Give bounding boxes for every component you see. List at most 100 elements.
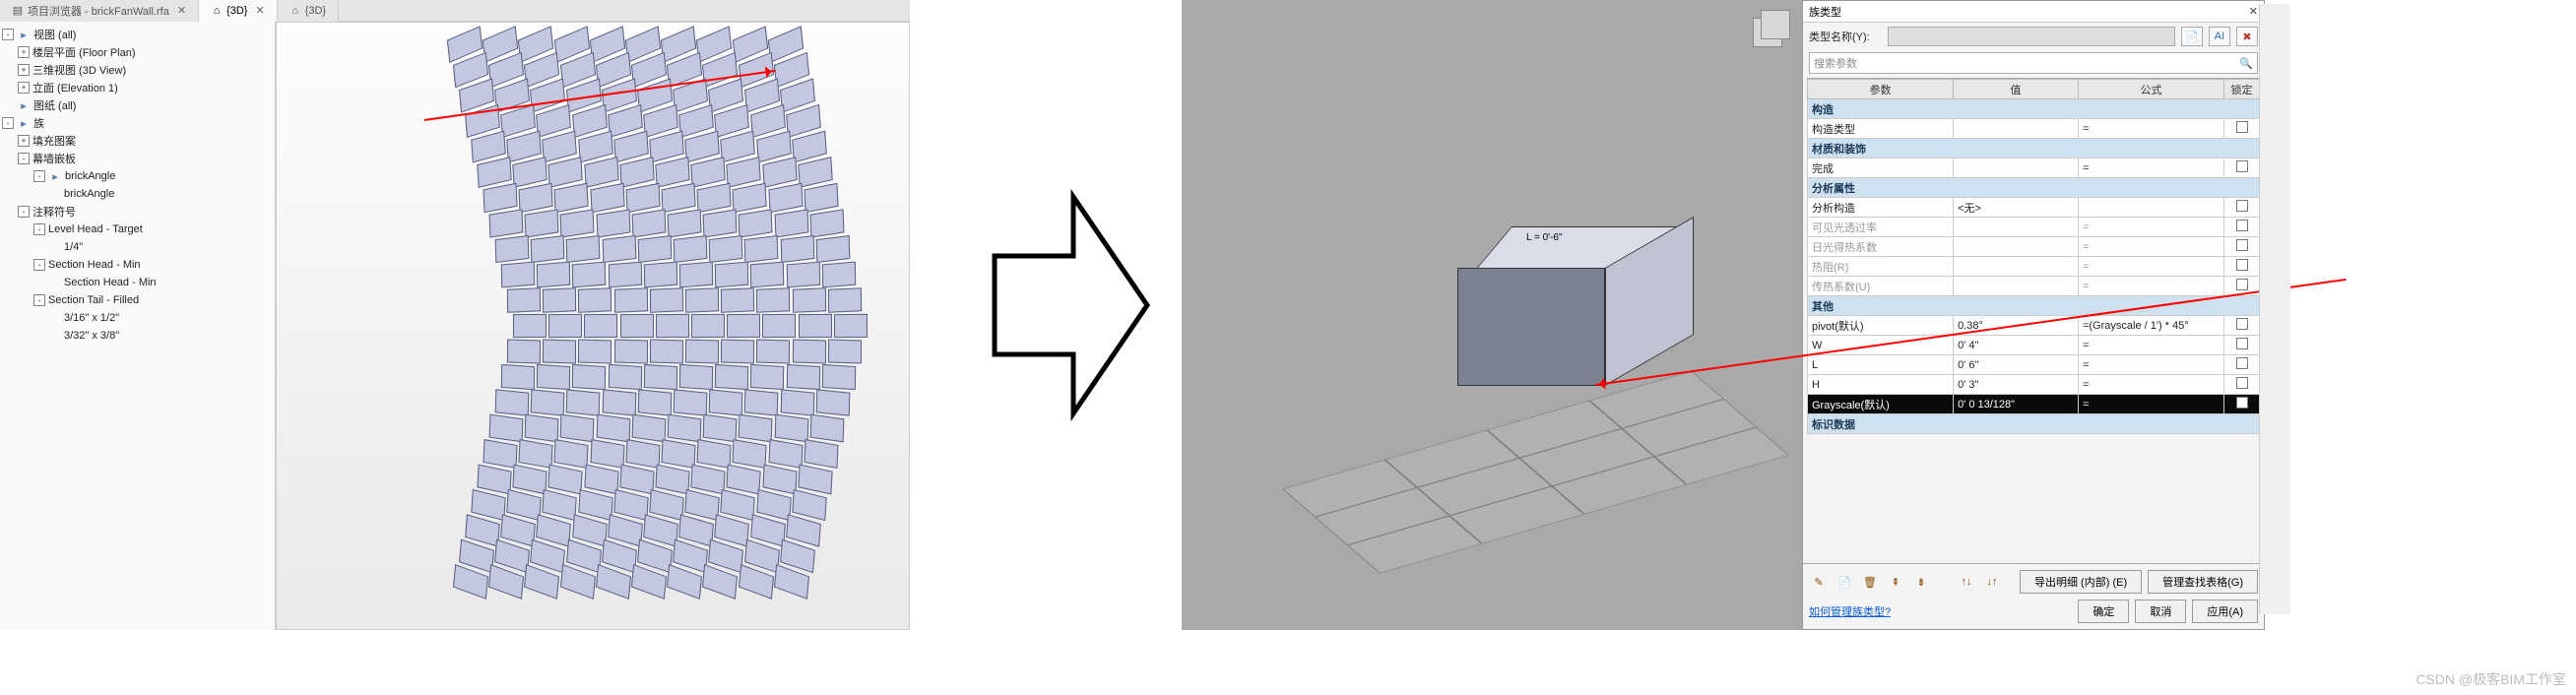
tool-up-icon[interactable]: ↑↓ (1957, 572, 1976, 592)
param-value[interactable]: 0' 0 13/128" (1954, 395, 2079, 414)
tree-twisty-icon[interactable]: - (18, 153, 30, 164)
tree-twisty-icon[interactable]: - (33, 170, 45, 182)
viewcube[interactable] (1745, 6, 1794, 55)
param-lock[interactable] (2224, 119, 2260, 139)
param-value[interactable] (1954, 277, 2079, 296)
right-toolbar[interactable] (2259, 4, 2290, 614)
left-3d-viewport[interactable] (276, 22, 910, 630)
param-value[interactable] (1954, 257, 2079, 277)
tree-node[interactable]: Section Head - Min (2, 274, 273, 291)
tree-twisty-icon[interactable]: - (2, 29, 14, 40)
param-row[interactable]: H0' 3"= (1808, 375, 2260, 395)
param-name[interactable]: 构造类型 (1808, 119, 1954, 139)
param-lock[interactable] (2224, 316, 2260, 336)
tree-node[interactable]: +三维视图 (3D View) (2, 61, 273, 79)
tree-twisty-icon[interactable]: + (18, 135, 30, 147)
tree-node[interactable]: -Section Tail - Filled (2, 291, 273, 309)
tree-node[interactable]: -注释符号 (2, 203, 273, 221)
col-param[interactable]: 参数 (1808, 80, 1954, 99)
param-row[interactable]: 可见光透过率= (1808, 218, 2260, 237)
param-formula[interactable]: = (2078, 257, 2223, 277)
param-row[interactable]: 日光得热系数= (1808, 237, 2260, 257)
brick-family-model[interactable]: L = 0'-6" (1457, 226, 1674, 394)
tree-node[interactable]: -▸brickAngle (2, 167, 273, 185)
close-tab-icon[interactable]: ✕ (177, 4, 186, 17)
param-name[interactable]: Grayscale(默认) (1808, 395, 1954, 414)
param-lock[interactable] (2224, 198, 2260, 218)
right-3d-viewport[interactable]: L = 0'-6" (1182, 0, 1802, 630)
param-lock[interactable] (2224, 355, 2260, 375)
tree-twisty-icon[interactable]: - (18, 206, 30, 218)
param-formula[interactable] (2078, 198, 2223, 218)
lookup-export-button[interactable]: 导出明细 (内部) (E) (2020, 570, 2142, 594)
param-section-header[interactable]: 其他 (1808, 296, 2260, 316)
param-name[interactable]: 传热系数(U) (1808, 277, 1954, 296)
param-value[interactable]: 0' 6" (1954, 355, 2079, 375)
param-formula[interactable]: = (2078, 355, 2223, 375)
param-formula[interactable]: = (2078, 375, 2223, 395)
tab-0[interactable]: ▤项目浏览器 - brickFanWall.rfa✕ (0, 0, 199, 22)
tree-node[interactable]: 3/32" x 3/8" (2, 327, 273, 345)
tree-node[interactable]: -Section Head - Min (2, 256, 273, 274)
param-name[interactable]: pivot(默认) (1808, 316, 1954, 336)
param-row[interactable]: pivot(默认)0.38°=(Grayscale / 1') * 45° (1808, 316, 2260, 336)
tree-twisty-icon[interactable]: - (33, 259, 45, 271)
param-row[interactable]: 热阻(R) = (1808, 257, 2260, 277)
tab-1[interactable]: ⌂{3D}✕ (199, 0, 278, 22)
tool-delete-icon[interactable]: 🗑 (1860, 572, 1880, 592)
search-params-input[interactable]: 搜索参数 🔍 (1809, 52, 2258, 74)
param-formula[interactable]: = (2078, 158, 2223, 178)
tree-node[interactable]: -▸视图 (all) (2, 26, 273, 43)
tree-node[interactable]: +填充图案 (2, 132, 273, 150)
param-value[interactable] (1954, 158, 2079, 178)
param-lock[interactable] (2224, 237, 2260, 257)
help-link[interactable]: 如何管理族类型? (1809, 603, 1891, 619)
param-section-header[interactable]: 分析属性 (1808, 178, 2260, 198)
param-row[interactable]: 分析构造<无> (1808, 198, 2260, 218)
param-lock[interactable] (2224, 218, 2260, 237)
tree-twisty-icon[interactable]: + (18, 82, 30, 94)
param-name[interactable]: H (1808, 375, 1954, 395)
param-lock[interactable] (2224, 375, 2260, 395)
tree-twisty-icon[interactable]: - (33, 223, 45, 235)
param-row[interactable]: 完成= (1808, 158, 2260, 178)
new-type-icon[interactable]: 📄 (2181, 27, 2203, 46)
param-name[interactable]: 日光得热系数 (1808, 237, 1954, 257)
ok-button[interactable]: 确定 (2078, 600, 2129, 623)
param-lock[interactable] (2224, 158, 2260, 178)
delete-type-icon[interactable]: ✖ (2236, 27, 2258, 46)
tree-node[interactable]: -幕墙嵌板 (2, 150, 273, 167)
tool-sort-desc-icon[interactable]: ⇟ (1911, 572, 1931, 592)
tool-pencil-icon[interactable]: ✎ (1809, 572, 1829, 592)
params-grid[interactable]: 参数 值 公式 锁定 构造构造类型=材质和装饰完成=分析属性分析构造<无>可见光… (1807, 78, 2260, 561)
param-row[interactable]: 传热系数(U) = (1808, 277, 2260, 296)
param-value[interactable] (1954, 237, 2079, 257)
apply-button[interactable]: 应用(A) (2192, 600, 2258, 623)
param-name[interactable]: 热阻(R) (1808, 257, 1954, 277)
param-formula[interactable]: = (2078, 218, 2223, 237)
tool-new-icon[interactable]: 📄 (1835, 572, 1854, 592)
param-value[interactable] (1954, 218, 2079, 237)
cancel-button[interactable]: 取消 (2135, 600, 2186, 623)
search-icon[interactable]: 🔍 (2239, 57, 2253, 70)
param-formula[interactable]: = (2078, 277, 2223, 296)
col-lock[interactable]: 锁定 (2224, 80, 2260, 99)
col-formula[interactable]: 公式 (2078, 80, 2223, 99)
tree-node[interactable]: -Level Head - Target (2, 221, 273, 238)
tree-node[interactable]: -▸族 (2, 114, 273, 132)
param-lock[interactable] (2224, 257, 2260, 277)
param-formula[interactable]: =(Grayscale / 1') * 45° (2078, 316, 2223, 336)
param-section-header[interactable]: 材质和装饰 (1808, 139, 2260, 158)
tree-node[interactable]: +楼层平面 (Floor Plan) (2, 43, 273, 61)
param-formula[interactable]: = (2078, 395, 2223, 414)
param-value[interactable]: <无> (1954, 198, 2079, 218)
tree-twisty-icon[interactable]: - (33, 294, 45, 306)
param-section-header[interactable]: 标识数据 (1808, 414, 2260, 434)
tree-twisty-icon[interactable]: + (18, 46, 30, 58)
param-formula[interactable]: = (2078, 119, 2223, 139)
param-value[interactable] (1954, 119, 2079, 139)
tool-sort-asc-icon[interactable]: ⇞ (1886, 572, 1905, 592)
tree-node[interactable]: ▸图纸 (all) (2, 96, 273, 114)
param-row[interactable]: L0' 6"= (1808, 355, 2260, 375)
param-value[interactable]: 0' 4" (1954, 336, 2079, 355)
